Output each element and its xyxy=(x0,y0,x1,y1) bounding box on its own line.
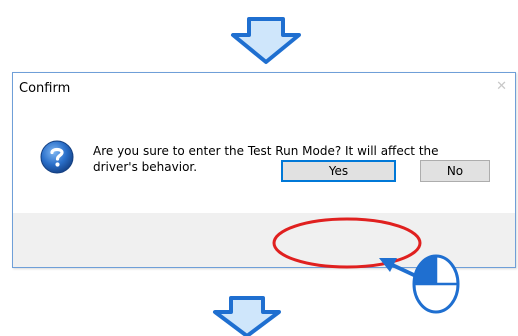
close-icon[interactable]: ✕ xyxy=(496,80,507,93)
title-bar[interactable]: Confirm ✕ xyxy=(13,73,515,104)
down-arrow-icon xyxy=(231,17,301,64)
button-strip xyxy=(13,213,515,267)
question-icon xyxy=(40,140,74,174)
no-button[interactable]: No xyxy=(420,160,490,182)
tutorial-stage: Confirm ✕ Are you sure to enter the Test… xyxy=(0,0,518,336)
yes-button[interactable]: Yes xyxy=(281,160,396,182)
down-arrow-icon xyxy=(213,296,281,336)
dialog-title: Confirm xyxy=(19,81,71,96)
